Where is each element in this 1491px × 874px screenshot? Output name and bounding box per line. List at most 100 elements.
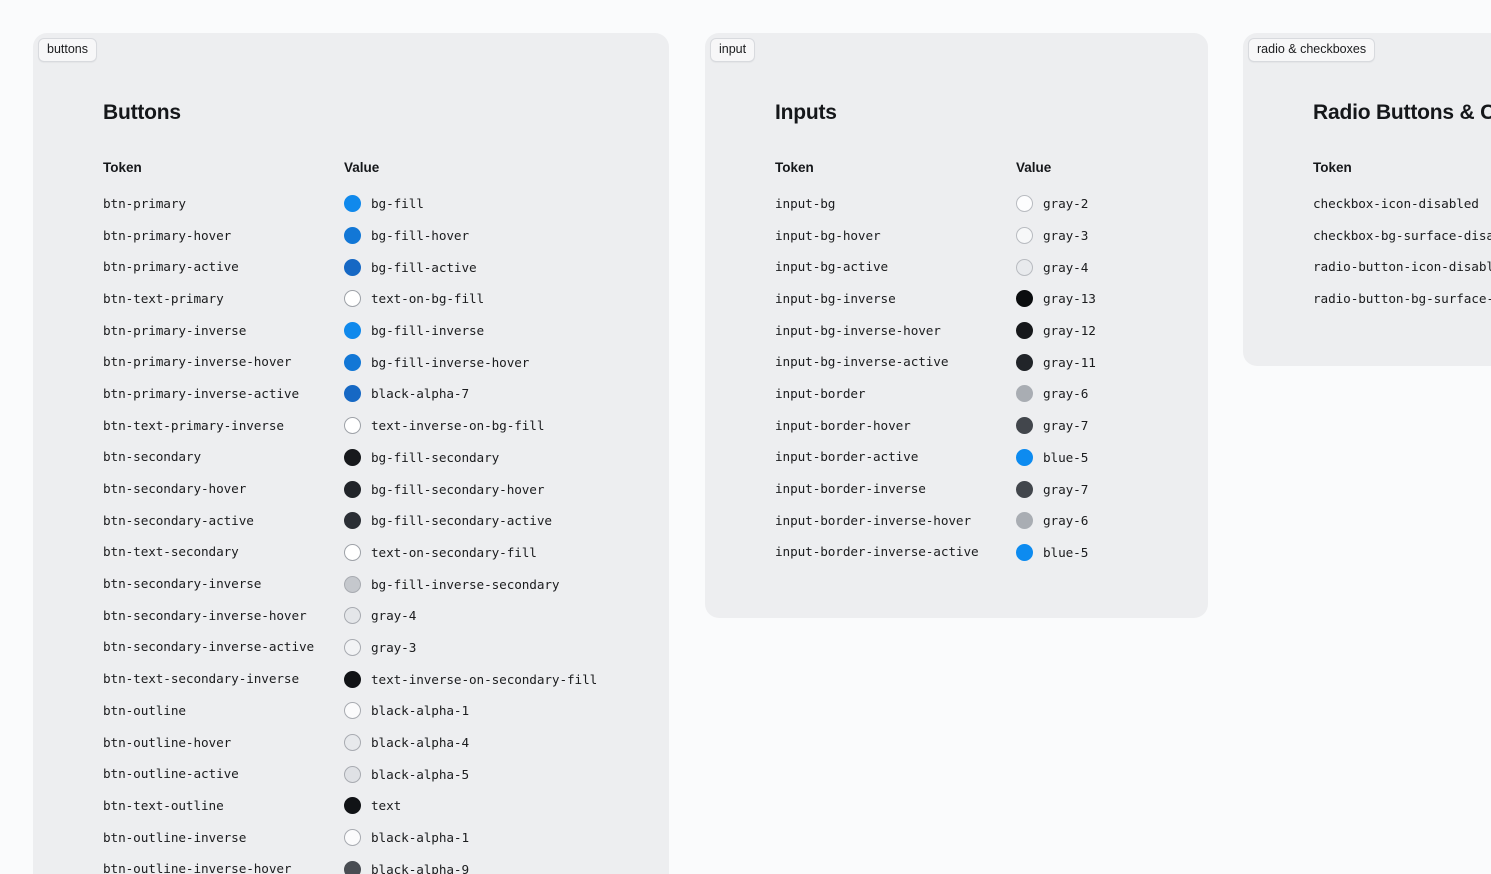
- table-row[interactable]: input-border-active blue-5: [775, 442, 1208, 474]
- table-row[interactable]: input-bg-inverse-active gray-11: [775, 346, 1208, 378]
- table-row[interactable]: btn-secondary bg-fill-secondary: [103, 442, 669, 474]
- value-swatch-group: black-alpha-7: [344, 385, 669, 403]
- table-row[interactable]: btn-secondary-active bg-fill-secondary-ac…: [103, 505, 669, 537]
- table-row[interactable]: input-border-inverse-active blue-5: [775, 537, 1208, 569]
- token-cell: input-border: [775, 385, 1016, 403]
- token-name: btn-outline-active: [103, 766, 239, 782]
- table-row[interactable]: btn-outline-hover black-alpha-4: [103, 727, 669, 759]
- table-row[interactable]: btn-text-secondary text-on-secondary-fill: [103, 537, 669, 569]
- token-name: input-bg-hover: [775, 227, 881, 243]
- token-name: btn-text-secondary: [103, 544, 239, 560]
- table-row[interactable]: btn-text-outline text: [103, 790, 669, 822]
- table-row[interactable]: btn-secondary-inverse-hover gray-4: [103, 600, 669, 632]
- table-row[interactable]: btn-outline-inverse black-alpha-1: [103, 822, 669, 854]
- color-swatch-icon: [1016, 227, 1033, 245]
- value-cell: bg-fill-inverse-hover: [344, 353, 669, 371]
- value-cell: text-inverse-on-bg-fill: [344, 417, 669, 435]
- table-row[interactable]: btn-text-primary-inverse text-inverse-on-…: [103, 410, 669, 442]
- value-name: gray-13: [1043, 291, 1096, 307]
- token-cell: checkbox-bg-surface-disabled: [1313, 227, 1491, 245]
- value-name: gray-6: [1043, 513, 1089, 529]
- panel-badge-input[interactable]: input: [710, 38, 756, 62]
- value-swatch-group: gray-4: [1016, 258, 1208, 276]
- token-cell: input-bg-hover: [775, 227, 1016, 245]
- value-cell: black-alpha-7: [344, 385, 669, 403]
- token-cell: btn-secondary: [103, 448, 344, 466]
- table-header-row: Token Value: [775, 156, 1208, 180]
- color-swatch-icon: [344, 290, 361, 308]
- value-swatch-group: gray-13: [1016, 290, 1208, 308]
- table-row[interactable]: radio-button-icon-disabled: [1313, 251, 1491, 283]
- value-cell: bg-fill-inverse-secondary: [344, 575, 669, 593]
- table-row[interactable]: input-bg-inverse-hover gray-12: [775, 315, 1208, 347]
- token-cell: btn-primary-hover: [103, 227, 344, 245]
- token-cell: input-border-inverse-hover: [775, 512, 1016, 530]
- table-row[interactable]: btn-outline-inverse-hover black-alpha-9: [103, 853, 669, 874]
- page-title-inputs: Inputs: [775, 101, 837, 124]
- token-name: input-bg-active: [775, 259, 889, 275]
- value-swatch-group: text-on-secondary-fill: [344, 543, 669, 561]
- panel-badge-radio-checkboxes[interactable]: radio & checkboxes: [1248, 38, 1376, 62]
- value-cell: gray-6: [1016, 512, 1208, 530]
- panel-badge-buttons[interactable]: buttons: [38, 38, 98, 62]
- table-row[interactable]: checkbox-icon-disabled: [1313, 188, 1491, 220]
- table-row[interactable]: btn-primary-inverse-hover bg-fill-inverse…: [103, 346, 669, 378]
- table-row[interactable]: btn-outline-active black-alpha-5: [103, 758, 669, 790]
- token-name: btn-primary-inverse-active: [103, 385, 300, 401]
- table-row[interactable]: btn-primary bg-fill: [103, 188, 669, 220]
- table-row[interactable]: radio-button-bg-surface-disabled: [1313, 283, 1491, 315]
- color-swatch-icon: [1016, 195, 1033, 213]
- color-swatch-icon: [344, 575, 361, 593]
- column-header-value: Value: [1016, 160, 1052, 175]
- token-cell: btn-text-outline: [103, 797, 344, 815]
- token-name: btn-primary-inverse: [103, 322, 247, 338]
- value-cell: gray-4: [1016, 258, 1208, 276]
- table-row[interactable]: checkbox-bg-surface-disabled: [1313, 220, 1491, 252]
- value-name: gray-3: [371, 639, 417, 655]
- table-row[interactable]: input-bg-inverse gray-13: [775, 283, 1208, 315]
- value-name: text-inverse-on-secondary-fill: [371, 671, 598, 687]
- value-name: text: [371, 798, 402, 814]
- table-row[interactable]: btn-secondary-inverse-active gray-3: [103, 632, 669, 664]
- token-name: btn-outline: [103, 702, 186, 718]
- color-swatch-icon: [1016, 543, 1033, 561]
- table-row[interactable]: btn-primary-inverse bg-fill-inverse: [103, 315, 669, 347]
- color-swatch-icon: [344, 258, 361, 276]
- panel-buttons: buttons Buttons Token Value btn-primary b…: [33, 33, 669, 874]
- value-cell: gray-7: [1016, 480, 1208, 498]
- token-name: btn-secondary: [103, 449, 202, 465]
- value-cell: black-alpha-5: [344, 765, 669, 783]
- table-row[interactable]: btn-text-secondary-inverse text-inverse-o…: [103, 663, 669, 695]
- table-row[interactable]: btn-outline black-alpha-1: [103, 695, 669, 727]
- value-name: bg-fill-secondary-active: [371, 513, 552, 529]
- token-name: btn-outline-hover: [103, 734, 232, 750]
- value-swatch-group: gray-11: [1016, 353, 1208, 371]
- value-name: text-on-secondary-fill: [371, 544, 537, 560]
- value-swatch-group: gray-3: [1016, 227, 1208, 245]
- table-row[interactable]: input-border-inverse gray-7: [775, 473, 1208, 505]
- value-name: gray-3: [1043, 228, 1089, 244]
- table-row[interactable]: input-bg-active gray-4: [775, 251, 1208, 283]
- color-swatch-icon: [1016, 448, 1033, 466]
- token-name: btn-primary-hover: [103, 227, 232, 243]
- table-row[interactable]: btn-text-primary text-on-bg-fill: [103, 283, 669, 315]
- table-row[interactable]: btn-secondary-hover bg-fill-secondary-hov…: [103, 473, 669, 505]
- table-row[interactable]: btn-primary-active bg-fill-active: [103, 251, 669, 283]
- page-title-buttons: Buttons: [103, 101, 181, 124]
- table-row[interactable]: input-bg gray-2: [775, 188, 1208, 220]
- value-swatch-group: black-alpha-4: [344, 734, 669, 752]
- value-cell: gray-4: [344, 607, 669, 625]
- table-row[interactable]: input-bg-hover gray-3: [775, 220, 1208, 252]
- value-cell: text-on-bg-fill: [344, 290, 669, 308]
- value-name: gray-4: [371, 608, 417, 624]
- table-row[interactable]: btn-primary-inverse-active black-alpha-7: [103, 378, 669, 410]
- table-row[interactable]: btn-primary-hover bg-fill-hover: [103, 220, 669, 252]
- table-row[interactable]: btn-secondary-inverse bg-fill-inverse-sec…: [103, 568, 669, 600]
- value-swatch-group: black-alpha-1: [344, 829, 669, 847]
- column-header-token: Token: [775, 160, 814, 175]
- color-swatch-icon: [344, 385, 361, 403]
- table-row[interactable]: input-border-inverse-hover gray-6: [775, 505, 1208, 537]
- token-name: radio-button-icon-disabled: [1313, 259, 1491, 275]
- table-row[interactable]: input-border gray-6: [775, 378, 1208, 410]
- table-row[interactable]: input-border-hover gray-7: [775, 410, 1208, 442]
